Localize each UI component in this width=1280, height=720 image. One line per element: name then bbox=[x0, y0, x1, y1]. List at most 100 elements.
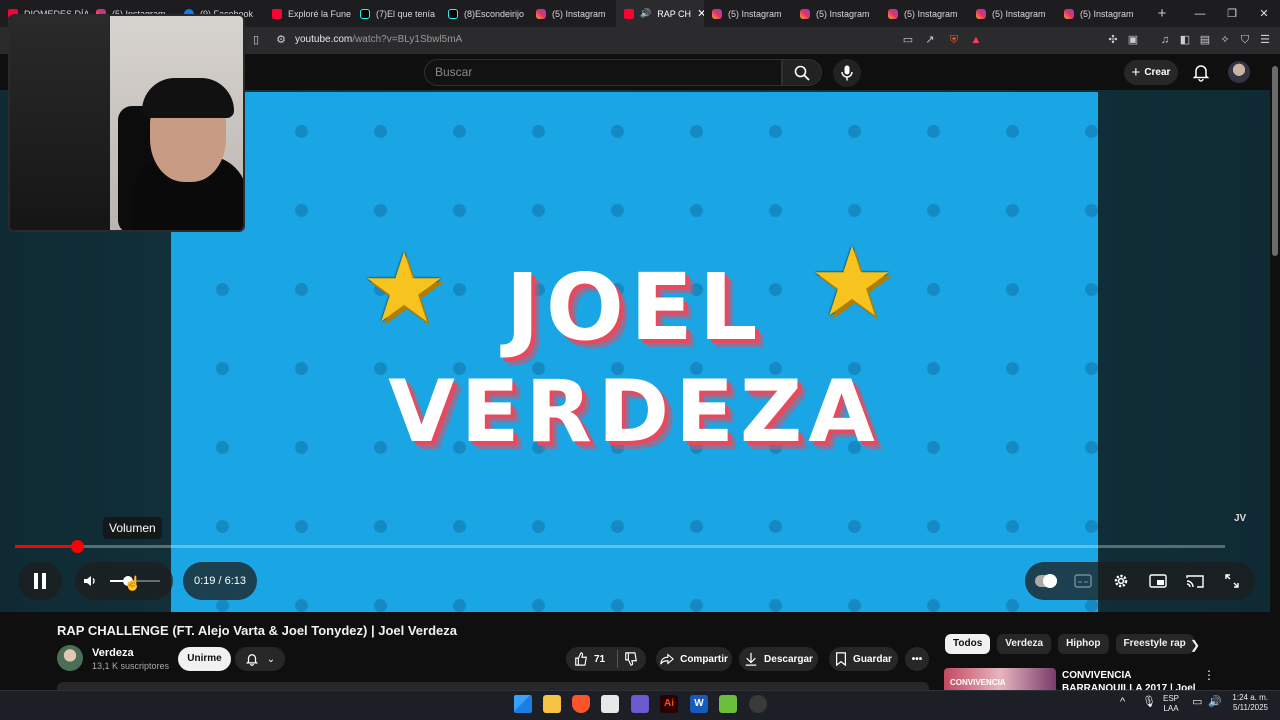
volume-icon bbox=[84, 576, 95, 586]
browser-tab[interactable]: (5) Instagram bbox=[880, 0, 968, 27]
download-icon bbox=[745, 652, 757, 666]
vpn-shield-icon[interactable]: ⛉ bbox=[1238, 33, 1252, 47]
more-actions-button[interactable]: ••• bbox=[905, 647, 929, 671]
browser-tab[interactable]: (5) Instagram bbox=[792, 0, 880, 27]
site-settings-icon[interactable]: ⚙ bbox=[274, 33, 288, 47]
network-icon[interactable]: ▭ bbox=[1192, 697, 1202, 708]
subscription-bell-button[interactable]: ⌄ bbox=[235, 647, 285, 671]
volume-tooltip: Volumen bbox=[103, 517, 162, 539]
autoplay-toggle[interactable] bbox=[1035, 574, 1057, 588]
windows-start-icon[interactable] bbox=[514, 695, 532, 713]
search-button[interactable] bbox=[782, 59, 822, 86]
brave-shield-icon[interactable]: ⛨ bbox=[947, 33, 961, 47]
screen: DIOMEDES DÍAZ (5) Instagram (9) Facebook… bbox=[0, 0, 1280, 720]
progress-scrubber[interactable] bbox=[71, 540, 84, 553]
share-button[interactable]: Compartir bbox=[656, 647, 732, 671]
join-button[interactable]: Unirme bbox=[178, 647, 231, 671]
word-icon[interactable]: W bbox=[690, 695, 708, 713]
browser-tab[interactable]: (5) Instagram bbox=[1056, 0, 1144, 27]
share-label: Compartir bbox=[680, 653, 728, 665]
close-window-icon[interactable]: ✕ bbox=[1248, 0, 1280, 27]
cast-icon[interactable]: ▭ bbox=[901, 33, 915, 47]
tray-chevron-icon[interactable]: ^ bbox=[1120, 697, 1125, 708]
channel-name[interactable]: Verdeza bbox=[92, 647, 134, 659]
extensions-icon[interactable]: ✣ bbox=[1106, 33, 1120, 47]
menu-icon[interactable]: ☰ bbox=[1258, 33, 1272, 47]
channel-watermark[interactable]: JV bbox=[1234, 513, 1246, 524]
scrollbar-thumb[interactable] bbox=[1272, 66, 1278, 256]
wallet-icon[interactable]: ▤ bbox=[1198, 33, 1212, 47]
tab-label: Exploré la Fune bbox=[288, 8, 352, 19]
download-button[interactable]: Descargar bbox=[739, 647, 818, 671]
time-display: 0:19 / 6:13 bbox=[183, 562, 257, 600]
tray-mic-icon[interactable]: 🎙 bbox=[1142, 697, 1156, 708]
browser-tab[interactable]: (7)El que tenía bbox=[352, 0, 440, 27]
browser-tab[interactable]: Exploré la Fune bbox=[264, 0, 352, 27]
screenshot-icon[interactable]: ▣ bbox=[1126, 33, 1140, 47]
share-icon[interactable]: ↗ bbox=[923, 33, 937, 47]
close-tab-icon[interactable]: ✕ bbox=[697, 7, 704, 20]
settings-button[interactable] bbox=[1111, 571, 1131, 591]
channel-avatar[interactable] bbox=[57, 645, 83, 671]
chip-verdeza[interactable]: Verdeza bbox=[997, 634, 1052, 654]
ai-sparkle-icon[interactable]: ✧ bbox=[1218, 33, 1232, 47]
browser-tab[interactable]: (5) Instagram bbox=[968, 0, 1056, 27]
browser-tab[interactable]: (5) Instagram bbox=[528, 0, 616, 27]
steam-icon[interactable] bbox=[749, 695, 767, 713]
language-indicator[interactable]: ESP LAA bbox=[1163, 694, 1179, 714]
illustrator-icon[interactable]: Ai bbox=[660, 695, 678, 713]
more-vertical-icon[interactable]: ⋮ bbox=[1203, 668, 1215, 682]
speaker-icon: 🔊 bbox=[640, 8, 652, 18]
voice-search-button[interactable] bbox=[833, 59, 861, 87]
tab-label: (5) Instagram bbox=[904, 8, 958, 19]
cast-button[interactable] bbox=[1185, 571, 1205, 591]
browser-tab[interactable]: (5) Instagram bbox=[704, 0, 792, 27]
video-overlay-title-line2: VERDEZA bbox=[388, 362, 881, 462]
minimize-icon[interactable]: — bbox=[1184, 0, 1216, 27]
subtitles-button[interactable] bbox=[1073, 571, 1093, 591]
chip-freestyle-rap[interactable]: Freestyle rap bbox=[1115, 634, 1194, 654]
gear-icon bbox=[1114, 574, 1128, 588]
speaker-icon[interactable]: 🔊 bbox=[1208, 697, 1222, 708]
filter-chips: Todos Verdeza Hiphop Freestyle rap bbox=[945, 634, 1194, 654]
store-icon[interactable] bbox=[601, 695, 619, 713]
search-input[interactable]: Buscar bbox=[424, 59, 782, 86]
sidebar-icon[interactable]: ◧ bbox=[1178, 33, 1192, 47]
fullscreen-button[interactable] bbox=[1222, 571, 1242, 591]
like-button[interactable]: 71 bbox=[566, 647, 646, 671]
restore-icon[interactable]: ❐ bbox=[1216, 0, 1248, 27]
music-icon[interactable]: ♫ bbox=[1158, 33, 1172, 47]
brave-rewards-icon[interactable]: ▲ bbox=[969, 33, 983, 47]
recommended-thumbnail[interactable]: CONVIVENCIA bbox=[944, 668, 1056, 690]
thumbs-down-icon[interactable] bbox=[624, 652, 638, 666]
chip-hiphop[interactable]: Hiphop bbox=[1058, 634, 1109, 654]
account-avatar[interactable] bbox=[1228, 61, 1250, 83]
tab-label: (8)Escondeirijo bbox=[464, 8, 525, 19]
video-frame[interactable]: ★ ★ JOEL VERDEZA bbox=[171, 92, 1098, 612]
url-field[interactable]: youtube.com/watch?v=BLy1Sbwl5mA bbox=[295, 34, 462, 45]
notifications-button[interactable] bbox=[1191, 62, 1211, 82]
pause-icon bbox=[34, 573, 46, 589]
bookmark-icon[interactable]: ▯ bbox=[249, 33, 263, 47]
minecraft-icon[interactable] bbox=[719, 695, 737, 713]
chip-todos[interactable]: Todos bbox=[945, 634, 991, 654]
clock[interactable]: 1:24 a. m. 5/11/2025 bbox=[1228, 693, 1268, 713]
instagram-icon bbox=[536, 8, 546, 19]
thumbs-up-icon bbox=[575, 652, 587, 666]
subscriber-count: 13,1 K suscriptores bbox=[92, 661, 170, 671]
browser-tab[interactable]: (8)Escondeirijo bbox=[440, 0, 528, 27]
progress-bar[interactable] bbox=[15, 545, 1225, 548]
browser-tab-active[interactable]: 🔊 RAP CH ✕ bbox=[616, 0, 704, 27]
miniplayer-button[interactable] bbox=[1148, 571, 1168, 591]
brave-browser-icon[interactable] bbox=[572, 695, 590, 713]
recommended-title[interactable]: CONVIVENCIA BARRANQUILLA 2017 | Joel Ver… bbox=[1062, 669, 1202, 690]
new-tab-button[interactable]: + bbox=[1152, 5, 1172, 22]
discord-icon[interactable] bbox=[631, 695, 649, 713]
chevron-right-icon[interactable]: ❯ bbox=[1190, 638, 1200, 652]
create-button[interactable]: + Crear bbox=[1124, 60, 1178, 85]
save-button[interactable]: Guardar bbox=[829, 647, 898, 671]
description-box[interactable] bbox=[57, 682, 929, 690]
file-explorer-icon[interactable] bbox=[543, 695, 561, 713]
mute-button[interactable] bbox=[82, 573, 98, 589]
pause-button[interactable] bbox=[18, 562, 62, 600]
